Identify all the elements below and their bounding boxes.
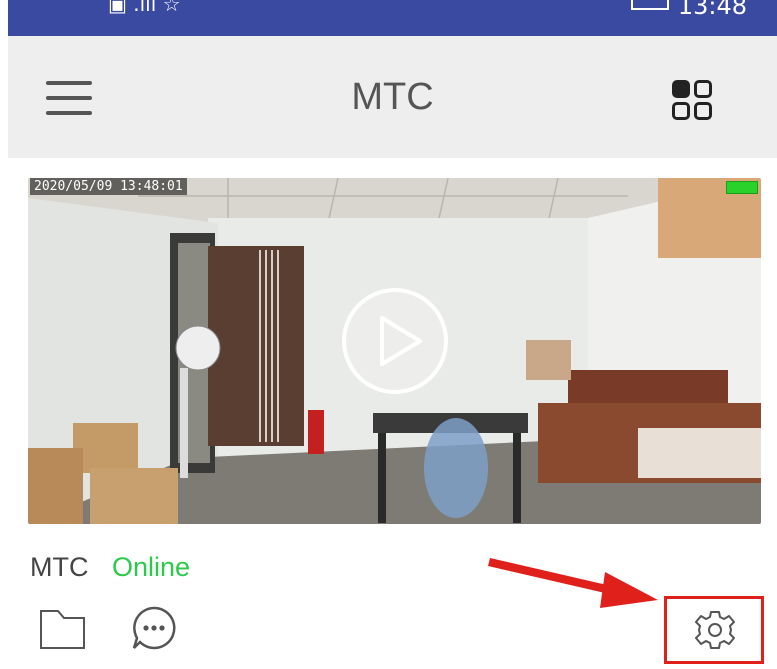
status-bar: ▣ .ıll ☆ 13:48	[8, 0, 777, 36]
chat-icon	[132, 606, 176, 650]
status-icons: ▣ .ıll ☆	[108, 0, 181, 16]
annotation-arrow	[488, 558, 658, 608]
grid-view-button[interactable]	[668, 76, 716, 124]
message-button[interactable]	[130, 604, 178, 652]
folder-button[interactable]	[38, 606, 88, 652]
battery-icon	[631, 0, 669, 10]
page-title: MTC	[351, 76, 434, 118]
device-name: MTC	[30, 552, 89, 582]
play-button[interactable]	[340, 286, 450, 396]
app-bar: MTC	[8, 36, 777, 158]
video-timestamp: 2020/05/09 13:48:01	[30, 178, 187, 195]
device-status: Online	[112, 552, 191, 582]
settings-icon	[695, 611, 735, 649]
folder-icon	[40, 610, 85, 649]
status-time: 13:48	[677, 0, 747, 20]
play-icon	[342, 288, 448, 394]
settings-button[interactable]	[694, 609, 736, 651]
camera-battery-icon	[726, 181, 758, 194]
